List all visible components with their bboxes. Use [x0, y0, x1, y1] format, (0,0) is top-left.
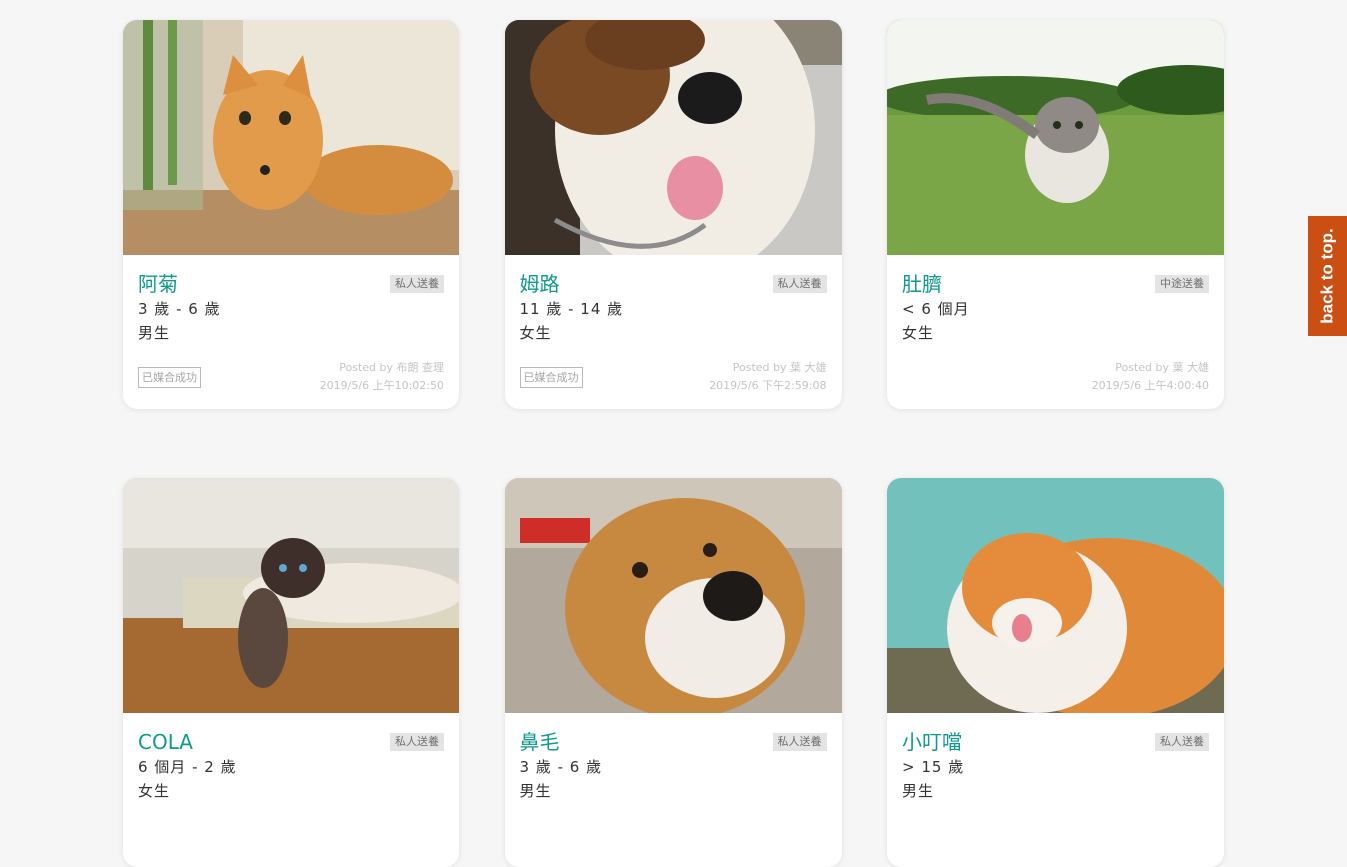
- adoption-type-badge: 私人送養: [772, 733, 827, 751]
- orange-cat-photo[interactable]: [123, 20, 459, 255]
- beagle-dog-photo[interactable]: [504, 20, 842, 255]
- pet-age: > 15 歲: [902, 758, 965, 776]
- poster-name: Posted by 布朗 查理: [339, 361, 444, 374]
- pet-gender: 男生: [902, 782, 935, 800]
- pet-age: < 6 個月: [902, 300, 970, 318]
- post-date: 2019/5/6 下午2:59:08: [709, 379, 827, 392]
- adoption-type-badge: 中途送養: [1155, 275, 1209, 293]
- post-meta: Posted by 葉 大雄 2019/5/6 上午4:00:40: [1092, 359, 1209, 395]
- siamese-cat-photo[interactable]: [123, 478, 459, 713]
- pet-card[interactable]: 阿菊 私人送養 3 歲 - 6 歲 男生 已媒合成功 Posted by 布朗 …: [123, 20, 459, 409]
- adoption-type-badge: 私人送養: [390, 733, 444, 751]
- kitten-on-grass-photo[interactable]: [887, 20, 1224, 255]
- post-meta: Posted by 布朗 查理 2019/5/6 上午10:02:50: [320, 359, 444, 395]
- back-to-top-label: back to top.: [1317, 228, 1337, 324]
- pet-age: 11 歲 - 14 歲: [519, 300, 624, 318]
- pet-gender: 男生: [138, 324, 171, 342]
- pet-age: 3 歲 - 6 歲: [138, 300, 221, 318]
- adoption-type-badge: 私人送養: [772, 275, 827, 293]
- poster-name: Posted by 葉 大雄: [1115, 361, 1209, 374]
- pet-gender: 男生: [519, 782, 552, 800]
- pet-gender: 女生: [138, 782, 171, 800]
- matched-status-badge: 已媒合成功: [519, 367, 583, 388]
- back-to-top-button[interactable]: back to top.: [1308, 216, 1347, 336]
- pet-gender: 女生: [519, 324, 552, 342]
- ginger-white-cat-photo[interactable]: [887, 478, 1224, 713]
- pet-gender: 女生: [902, 324, 935, 342]
- adoption-type-badge: 私人送養: [390, 275, 444, 293]
- pet-card[interactable]: 肚臍 中途送養 < 6 個月 女生 Posted by 葉 大雄 2019/5/…: [887, 20, 1224, 409]
- adoption-type-badge: 私人送養: [1155, 733, 1209, 751]
- pet-age: 3 歲 - 6 歲: [519, 758, 603, 776]
- tan-dog-photo[interactable]: [504, 478, 842, 713]
- post-meta: Posted by 葉 大雄 2019/5/6 下午2:59:08: [709, 359, 826, 395]
- poster-name: Posted by 葉 大雄: [732, 361, 827, 374]
- pet-card[interactable]: COLA 私人送養 6 個月 - 2 歲 女生: [123, 478, 459, 867]
- post-date: 2019/5/6 上午4:00:40: [1091, 379, 1209, 392]
- post-date: 2019/5/6 上午10:02:50: [319, 379, 444, 392]
- pet-card[interactable]: 姆路 私人送養 11 歲 - 14 歲 女生 已媒合成功 Posted by 葉…: [504, 20, 842, 409]
- pet-card[interactable]: 小叮噹 私人送養 > 15 歲 男生: [887, 478, 1224, 867]
- pet-card-grid: 阿菊 私人送養 3 歲 - 6 歲 男生 已媒合成功 Posted by 布朗 …: [123, 20, 1224, 867]
- pet-age: 6 個月 - 2 歲: [138, 758, 237, 776]
- pet-card[interactable]: 鼻毛 私人送養 3 歲 - 6 歲 男生: [504, 478, 842, 867]
- matched-status-badge: 已媒合成功: [138, 367, 201, 388]
